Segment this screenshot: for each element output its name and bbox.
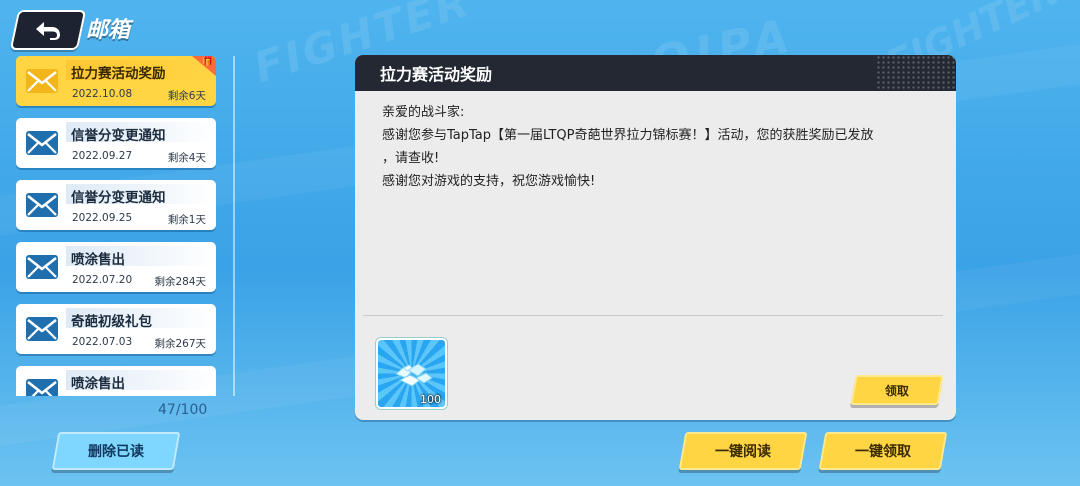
mail-body-line: ，请查收! [382, 151, 440, 166]
back-arrow-icon [36, 22, 60, 40]
mail-list-item[interactable]: 喷涂售出 2022.07.20 剩余284天 [16, 242, 216, 292]
mail-remaining: 剩余4天 [167, 152, 206, 164]
mail-subject: 信誉分变更通知 [71, 190, 166, 206]
claim-label: 领取 [884, 383, 909, 398]
mail-subject: 奇葩初级礼包 [71, 314, 152, 330]
mail-remaining: 剩余284天 [154, 276, 206, 288]
claim-button[interactable]: 领取 [850, 375, 944, 405]
claim-all-label: 一键领取 [855, 444, 911, 460]
mail-list-item[interactable]: 信誉分变更通知 2022.09.25 剩余1天 [16, 180, 216, 230]
mail-list-item[interactable]: 拉力赛活动奖励 2022.10.08 剩余6天 🎁 [16, 56, 216, 106]
mail-subject: 喷涂售出 [71, 376, 125, 392]
envelope-icon [25, 312, 59, 346]
read-all-label: 一键阅读 [715, 444, 771, 460]
mail-date: 2022.07.20 [72, 274, 133, 286]
envelope-icon [25, 64, 59, 98]
mail-subject: 拉力赛活动奖励 [71, 66, 166, 82]
envelope-icon [25, 250, 59, 284]
mail-body-line: 感谢您对游戏的支持，祝您游戏愉快! [382, 174, 596, 189]
mail-body: 亲爱的战斗家: 感谢您参与TapTap【第一届LTQP奇葩世界拉力锦标赛！】活动… [355, 91, 956, 193]
mail-list-item[interactable]: 信誉分变更通知 2022.09.27 剩余4天 [16, 118, 216, 168]
reward-quantity: 100 [420, 393, 441, 406]
mail-remaining: 剩余6天 [167, 90, 206, 102]
envelope-icon [25, 126, 59, 160]
divider [363, 315, 943, 316]
mail-date: 2022.07.03 [72, 336, 133, 348]
mail-body-line: 亲爱的战斗家: [382, 105, 465, 120]
mail-date: 2022.10.08 [72, 88, 133, 100]
mail-detail-panel: 拉力赛活动奖励 亲爱的战斗家: 感谢您参与TapTap【第一届LTQP奇葩世界拉… [355, 55, 956, 420]
mail-remaining: 剩余267天 [154, 338, 206, 350]
mail-list-item[interactable]: 奇葩初级礼包 2022.07.03 剩余267天 [16, 304, 216, 354]
mail-remaining: 剩余1天 [167, 214, 206, 226]
header-dot-pattern [876, 55, 956, 91]
mail-list-item[interactable]: 喷涂售出 [16, 366, 216, 396]
mail-detail-title: 拉力赛活动奖励 [380, 65, 493, 84]
envelope-icon [25, 374, 59, 396]
read-all-button[interactable]: 一键阅读 [678, 432, 808, 470]
page-title: 邮箱 [86, 18, 131, 43]
mail-subject: 喷涂售出 [71, 252, 125, 268]
mail-date: 2022.09.25 [72, 212, 133, 224]
delete-read-button[interactable]: 删除已读 [51, 432, 181, 470]
claim-all-button[interactable]: 一键领取 [818, 432, 948, 470]
mail-list[interactable]: 拉力赛活动奖励 2022.10.08 剩余6天 🎁 信誉分变更通知 2022.09.27 剩… [16, 56, 220, 396]
back-button[interactable] [9, 10, 87, 50]
envelope-icon [25, 188, 59, 222]
mail-count: 47/100 [158, 402, 208, 418]
mail-subject: 信誉分变更通知 [71, 128, 166, 144]
mail-detail-header: 拉力赛活动奖励 [355, 55, 956, 91]
mail-date: 2022.09.27 [72, 150, 133, 162]
reward-item[interactable]: 100 [376, 338, 447, 409]
delete-read-label: 删除已读 [88, 444, 144, 460]
mail-list-scrollbar[interactable] [233, 56, 235, 396]
mail-body-line: 感谢您参与TapTap【第一届LTQP奇葩世界拉力锦标赛！】活动，您的获胜奖励已… [382, 128, 874, 143]
